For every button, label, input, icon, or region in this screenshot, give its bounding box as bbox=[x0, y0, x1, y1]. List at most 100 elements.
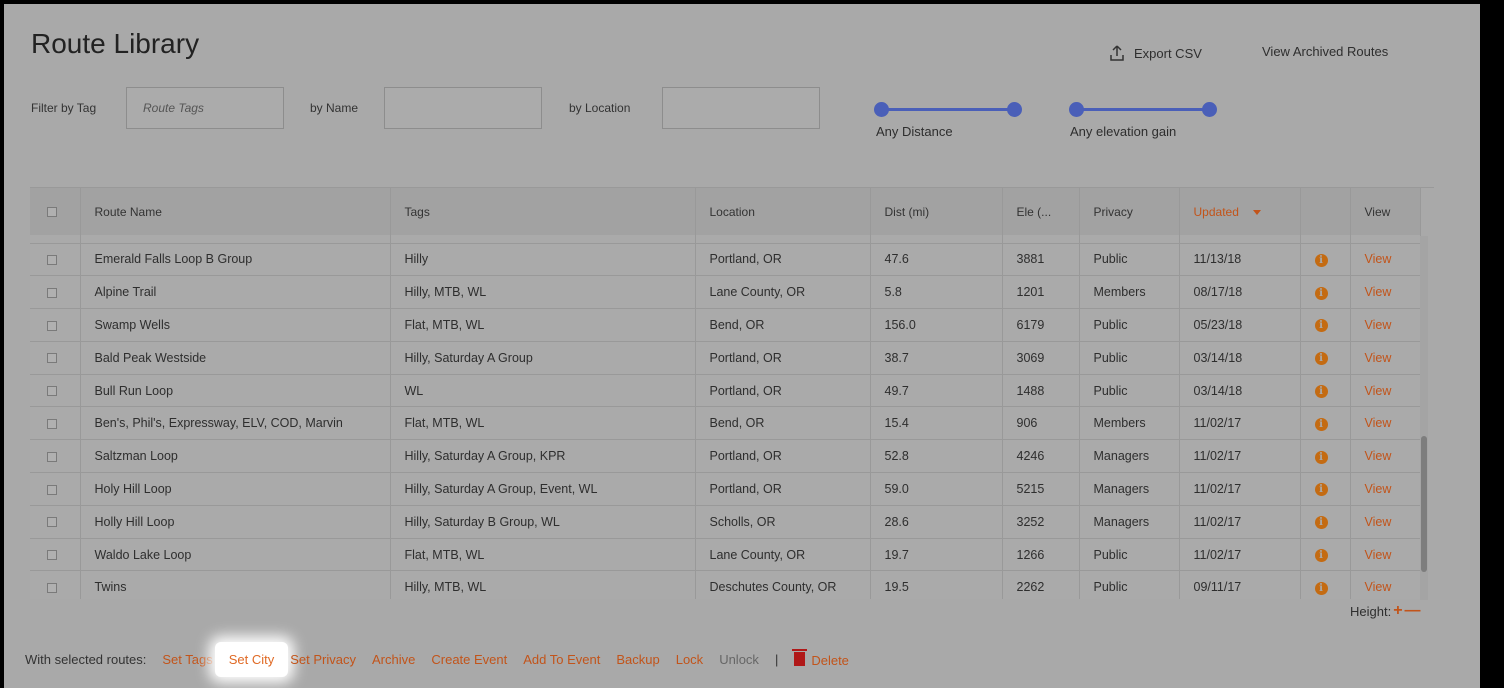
header-elevation[interactable]: Ele (... bbox=[1002, 188, 1080, 235]
view-archived-routes-link[interactable]: View Archived Routes bbox=[1262, 44, 1388, 59]
table-row[interactable]: Bald Peak Westside Hilly, Saturday A Grou… bbox=[30, 341, 1421, 375]
table-row[interactable]: Saltzman Loop Hilly, Saturday A Group, KP… bbox=[30, 439, 1421, 474]
table-row[interactable]: Holy Hill Loop Hilly, Saturday A Group, E… bbox=[30, 472, 1421, 506]
privacy-cell: Members bbox=[1079, 275, 1180, 310]
view-link[interactable]: View bbox=[1365, 318, 1392, 332]
view-link[interactable]: View bbox=[1365, 515, 1392, 529]
distance-min-handle[interactable] bbox=[874, 102, 889, 117]
view-link[interactable]: View bbox=[1365, 285, 1392, 299]
delete-link[interactable]: Delete bbox=[792, 648, 865, 668]
row-checkbox[interactable] bbox=[47, 517, 57, 528]
view-cell: View bbox=[1350, 570, 1421, 599]
header-location[interactable]: Location bbox=[695, 188, 871, 235]
info-icon[interactable]: i bbox=[1314, 417, 1328, 431]
table-row[interactable]: Holly Hill Loop Hilly, Saturday B Group, … bbox=[30, 505, 1421, 539]
view-link[interactable]: View bbox=[1365, 351, 1392, 365]
elevation-max-handle[interactable] bbox=[1202, 102, 1217, 117]
info-icon[interactable]: i bbox=[1314, 352, 1328, 366]
row-checkbox[interactable] bbox=[47, 287, 57, 298]
row-checkbox[interactable] bbox=[47, 419, 57, 430]
info-icon[interactable]: i bbox=[1314, 483, 1328, 497]
view-link[interactable]: View bbox=[1365, 482, 1392, 496]
elevation-slider[interactable] bbox=[1069, 102, 1217, 117]
view-link[interactable]: View bbox=[1365, 252, 1392, 266]
info-cell: i bbox=[1300, 570, 1351, 599]
distance-slider[interactable] bbox=[874, 102, 1022, 117]
location-input[interactable] bbox=[662, 87, 820, 129]
select-all-cell bbox=[30, 188, 81, 235]
header-distance[interactable]: Dist (mi) bbox=[870, 188, 1003, 235]
table-row[interactable]: Swamp Wells Flat, MTB, WL Bend, OR 156.0 617… bbox=[30, 308, 1421, 342]
tags-cell: WL bbox=[390, 374, 696, 408]
view-link[interactable]: View bbox=[1365, 548, 1392, 562]
info-cell: i bbox=[1300, 374, 1351, 408]
header-privacy[interactable]: Privacy bbox=[1079, 188, 1180, 235]
backup-link[interactable]: Backup bbox=[616, 652, 659, 667]
elevation-cell: 1201 bbox=[1002, 275, 1080, 310]
checkbox-cell bbox=[30, 374, 81, 408]
set-privacy-link[interactable]: Set Privacy bbox=[290, 652, 356, 667]
route-tags-input[interactable] bbox=[126, 87, 284, 129]
route-library-page: Route Library Export CSV View Archived R… bbox=[4, 4, 1480, 688]
header-updated[interactable]: Updated bbox=[1179, 188, 1301, 235]
tags-cell: Flat, MTB, WL bbox=[390, 406, 696, 441]
view-link[interactable]: View bbox=[1365, 384, 1392, 398]
table-header: Route Name Tags Location Dist (mi) Ele (… bbox=[30, 188, 1421, 235]
info-icon[interactable]: i bbox=[1314, 319, 1328, 333]
set-tags-link[interactable]: Set Tags bbox=[162, 652, 212, 667]
location-cell: Bend, OR bbox=[695, 406, 871, 441]
set-city-link[interactable]: Set City bbox=[214, 642, 289, 677]
table-row[interactable]: Bull Run Loop WL Portland, OR 49.7 1488 Publi… bbox=[30, 374, 1421, 408]
plus-icon[interactable]: + bbox=[1393, 602, 1402, 620]
distance-cell: 28.6 bbox=[870, 505, 1003, 539]
distance-max-handle[interactable] bbox=[1007, 102, 1022, 117]
route-name-cell: Alpine Trail bbox=[80, 275, 391, 310]
minus-icon[interactable]: — bbox=[1405, 602, 1421, 620]
header-tags[interactable]: Tags bbox=[390, 188, 696, 235]
tags-cell: Flat, MTB, WL bbox=[390, 308, 696, 342]
archive-link[interactable]: Archive bbox=[372, 652, 415, 667]
info-icon[interactable]: i bbox=[1314, 516, 1328, 530]
row-checkbox[interactable] bbox=[47, 484, 57, 495]
table-row[interactable]: Twins Hilly, MTB, WL Deschutes County, OR 1… bbox=[30, 570, 1421, 599]
info-icon[interactable]: i bbox=[1314, 581, 1328, 595]
info-icon[interactable]: i bbox=[1314, 253, 1328, 267]
header-route-name[interactable]: Route Name bbox=[80, 188, 391, 235]
view-link[interactable]: View bbox=[1365, 580, 1392, 594]
table-row[interactable]: Waldo Lake Loop Flat, MTB, WL Lane County,… bbox=[30, 538, 1421, 572]
info-icon[interactable]: i bbox=[1314, 450, 1328, 464]
view-link[interactable]: View bbox=[1365, 449, 1392, 463]
info-icon[interactable]: i bbox=[1314, 286, 1328, 300]
info-cell: i bbox=[1300, 406, 1351, 441]
filter-by-tag-label: Filter by Tag bbox=[31, 101, 97, 115]
distance-cell: 156.0 bbox=[870, 308, 1003, 342]
table-row[interactable]: Ben's, Phil's, Expressway, ELV, COD, Mar… bbox=[30, 406, 1421, 441]
name-input[interactable] bbox=[384, 87, 542, 129]
select-all-checkbox[interactable] bbox=[47, 207, 57, 218]
view-link[interactable]: View bbox=[1365, 416, 1392, 430]
row-checkbox[interactable] bbox=[47, 386, 57, 397]
row-checkbox[interactable] bbox=[47, 550, 57, 561]
add-to-event-link[interactable]: Add To Event bbox=[523, 652, 600, 667]
scrollbar-thumb[interactable] bbox=[1421, 436, 1427, 572]
row-checkbox[interactable] bbox=[47, 255, 57, 266]
row-checkbox[interactable] bbox=[47, 320, 57, 331]
row-checkbox[interactable] bbox=[47, 583, 57, 594]
updated-cell: 03/14/18 bbox=[1179, 374, 1301, 408]
upload-icon bbox=[1110, 45, 1124, 61]
table-row[interactable]: Emerald Falls Loop B Group Hilly Portland,… bbox=[30, 243, 1421, 277]
elevation-min-handle[interactable] bbox=[1069, 102, 1084, 117]
row-checkbox[interactable] bbox=[47, 353, 57, 364]
row-checkbox[interactable] bbox=[47, 451, 57, 462]
privacy-cell: Public bbox=[1079, 341, 1180, 375]
lock-link[interactable]: Lock bbox=[676, 652, 703, 667]
info-icon[interactable]: i bbox=[1314, 385, 1328, 399]
location-cell: Portland, OR bbox=[695, 374, 871, 408]
unlock-link[interactable]: Unlock bbox=[719, 652, 759, 667]
table-scrollbar[interactable] bbox=[1420, 236, 1428, 600]
export-csv-button[interactable]: Export CSV bbox=[1108, 44, 1202, 62]
info-icon[interactable]: i bbox=[1314, 549, 1328, 563]
create-event-link[interactable]: Create Event bbox=[431, 652, 507, 667]
privacy-cell: Public bbox=[1079, 308, 1180, 342]
table-row[interactable]: Alpine Trail Hilly, MTB, WL Lane County, O… bbox=[30, 275, 1421, 310]
